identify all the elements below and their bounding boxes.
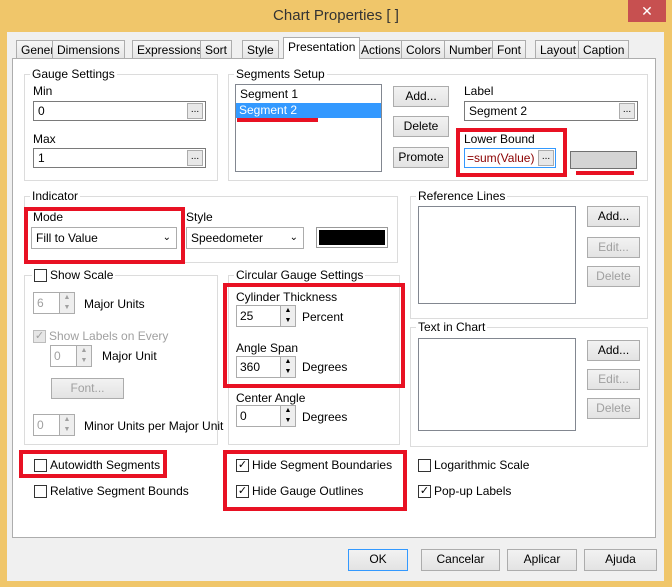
major-unit-label: Major Unit bbox=[102, 349, 157, 363]
tab-colors[interactable]: Colors bbox=[401, 40, 446, 59]
tab-font[interactable]: Font bbox=[492, 40, 527, 59]
center-angle-value: 0 bbox=[240, 409, 247, 423]
popup-labels-checkbox[interactable]: ✓ Pop-up Labels bbox=[418, 484, 511, 498]
delete-reference-line-button[interactable]: Delete bbox=[587, 266, 640, 287]
minor-units-label: Minor Units per Major Unit bbox=[84, 419, 224, 433]
label-expression-button[interactable]: ... bbox=[619, 103, 635, 119]
logarithmic-scale-checkbox[interactable]: Logarithmic Scale bbox=[418, 458, 529, 472]
tab-sort[interactable]: Sort bbox=[200, 40, 233, 59]
max-input[interactable]: 1 bbox=[33, 148, 206, 168]
minor-units-value: 0 bbox=[37, 418, 44, 432]
checkmark-icon: ✓ bbox=[33, 329, 46, 343]
style-value: Speedometer bbox=[191, 231, 264, 245]
relative-segment-bounds-checkbox[interactable]: Relative Segment Bounds bbox=[34, 484, 189, 498]
show-scale-label: Show Scale bbox=[50, 268, 114, 282]
segments-list[interactable]: Segment 1 Segment 2 bbox=[235, 84, 382, 172]
promote-segment-button[interactable]: Promote bbox=[393, 147, 449, 168]
major-units-spinner[interactable]: 6 ▲ ▼ bbox=[33, 292, 75, 314]
major-unit-value: 0 bbox=[54, 349, 61, 363]
highlight-box bbox=[24, 207, 185, 264]
ok-button[interactable]: OK bbox=[348, 549, 408, 571]
highlight-box bbox=[223, 283, 405, 388]
major-unit-spinner[interactable]: 0 ▲ ▼ bbox=[50, 345, 92, 367]
edit-text-button[interactable]: Edit... bbox=[587, 369, 640, 390]
style-label: Style bbox=[186, 210, 213, 224]
highlight-box bbox=[223, 450, 407, 511]
delete-text-button[interactable]: Delete bbox=[587, 398, 640, 419]
spinner-arrows-icon[interactable]: ▲ ▼ bbox=[59, 415, 74, 435]
tab-dimensions[interactable]: Dimensions bbox=[52, 40, 125, 59]
cancel-button[interactable]: Cancelar bbox=[421, 549, 500, 571]
text-in-chart-list[interactable] bbox=[418, 338, 576, 431]
tab-expressions[interactable]: Expressions bbox=[132, 40, 208, 59]
tab-layout[interactable]: Layout bbox=[535, 40, 582, 59]
max-expression-button[interactable]: ... bbox=[187, 150, 203, 166]
delete-segment-button[interactable]: Delete bbox=[393, 116, 449, 137]
show-labels-checkbox[interactable]: ✓ Show Labels on Every bbox=[33, 329, 168, 343]
logarithmic-label: Logarithmic Scale bbox=[434, 458, 530, 472]
degrees-label: Degrees bbox=[302, 410, 348, 424]
show-labels-label: Show Labels on Every bbox=[49, 329, 169, 343]
indicator-color-button[interactable] bbox=[316, 227, 388, 248]
checkmark-icon: ✓ bbox=[418, 484, 431, 498]
highlight-underline bbox=[576, 171, 634, 175]
indicator-title: Indicator bbox=[30, 189, 81, 203]
show-scale-checkbox[interactable]: Show Scale bbox=[32, 268, 116, 282]
style-select[interactable]: Speedometer ⌄ bbox=[186, 227, 304, 249]
tab-presentation[interactable]: Presentation bbox=[283, 37, 361, 59]
apply-button[interactable]: Aplicar bbox=[507, 549, 577, 571]
center-angle-label: Center Angle bbox=[236, 391, 306, 405]
checkbox-icon bbox=[418, 458, 431, 472]
tab-number[interactable]: Number bbox=[444, 40, 497, 59]
reference-lines-list[interactable] bbox=[418, 206, 576, 304]
add-text-button[interactable]: Add... bbox=[587, 340, 640, 361]
tab-actions[interactable]: Actions bbox=[356, 40, 406, 59]
min-expression-button[interactable]: ... bbox=[187, 103, 203, 119]
checkbox-icon bbox=[34, 268, 47, 282]
segments-setup-title: Segments Setup bbox=[234, 67, 327, 81]
popup-label: Pop-up Labels bbox=[434, 484, 512, 498]
center-angle-spinner[interactable]: 0 ▲ ▼ bbox=[236, 405, 296, 427]
min-label: Min bbox=[33, 84, 53, 98]
tab-style[interactable]: Style bbox=[242, 40, 279, 59]
spinner-arrows-icon[interactable]: ▲ ▼ bbox=[76, 346, 91, 366]
close-button[interactable]: ✕ bbox=[628, 0, 666, 22]
reference-lines-title: Reference Lines bbox=[416, 189, 508, 203]
label-label: Label bbox=[464, 84, 494, 98]
min-input[interactable]: 0 bbox=[33, 101, 206, 121]
major-units-label: Major Units bbox=[84, 297, 145, 311]
highlight-box bbox=[19, 450, 167, 478]
max-label: Max bbox=[33, 132, 56, 146]
window-title: Chart Properties [ ] bbox=[273, 7, 399, 24]
gauge-settings-title: Gauge Settings bbox=[30, 67, 117, 81]
add-reference-line-button[interactable]: Add... bbox=[587, 206, 640, 227]
font-button[interactable]: Font... bbox=[51, 378, 124, 399]
circular-gauge-title: Circular Gauge Settings bbox=[234, 268, 366, 282]
highlight-box bbox=[456, 128, 567, 177]
text-in-chart-title: Text in Chart bbox=[416, 320, 488, 334]
spinner-arrows-icon[interactable]: ▲ ▼ bbox=[280, 406, 295, 426]
segment-item-selected[interactable]: Segment 2 bbox=[236, 103, 381, 118]
tab-caption[interactable]: Caption bbox=[578, 40, 630, 59]
spinner-arrows-icon[interactable]: ▲ ▼ bbox=[59, 293, 74, 313]
help-button[interactable]: Ajuda bbox=[584, 549, 657, 571]
relative-label: Relative Segment Bounds bbox=[50, 484, 189, 498]
label-input[interactable]: Segment 2 bbox=[464, 101, 638, 121]
edit-reference-line-button[interactable]: Edit... bbox=[587, 237, 640, 258]
segment-item[interactable]: Segment 1 bbox=[236, 85, 381, 103]
checkbox-icon bbox=[34, 484, 47, 498]
add-segment-button[interactable]: Add... bbox=[393, 86, 449, 107]
highlight-underline bbox=[237, 118, 318, 122]
major-units-value: 6 bbox=[37, 296, 44, 310]
segment-color-button[interactable] bbox=[570, 151, 637, 169]
minor-units-spinner[interactable]: 0 ▲ ▼ bbox=[33, 414, 75, 436]
chevron-down-icon: ⌄ bbox=[289, 232, 298, 243]
